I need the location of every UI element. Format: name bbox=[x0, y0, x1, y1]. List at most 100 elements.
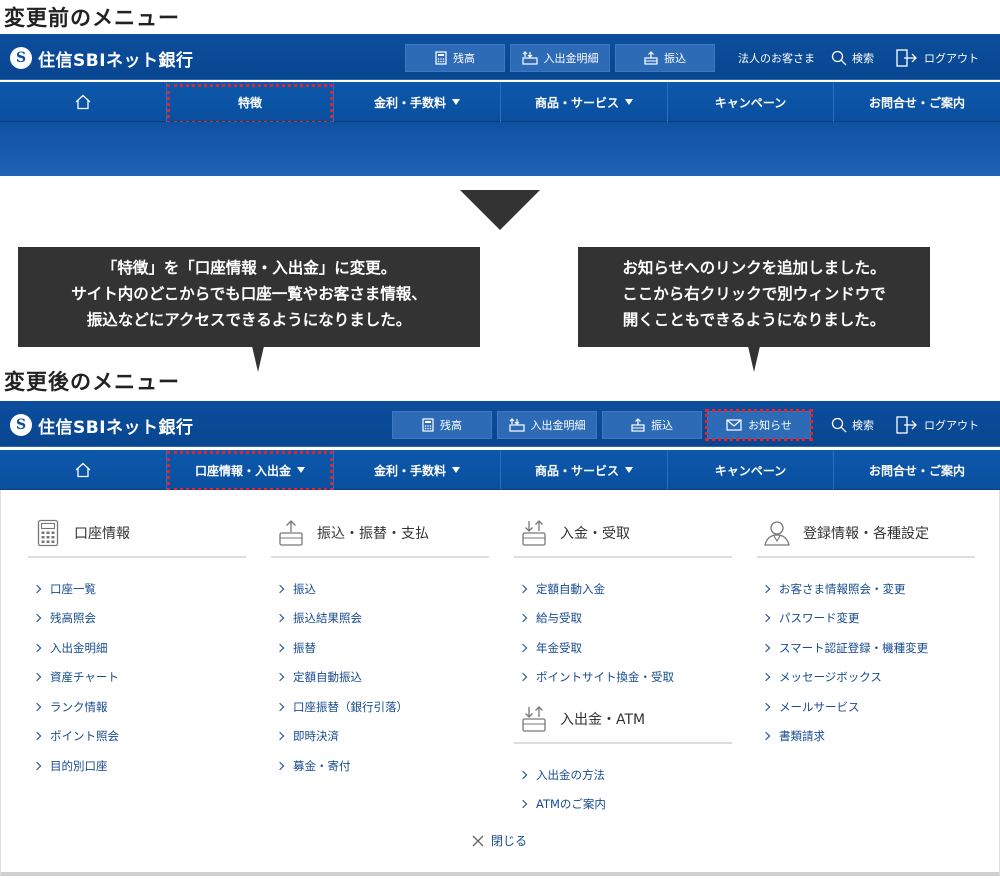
search-button[interactable]: 検索 bbox=[831, 411, 874, 439]
nav-home[interactable] bbox=[0, 450, 166, 490]
menu-item-label: 入出金明細 bbox=[50, 640, 108, 655]
column-heading-label: 入金・受取 bbox=[560, 526, 630, 542]
balloon-left-line3: 振込などにアクセスできるようになりました。 bbox=[86, 311, 412, 329]
statement-button[interactable]: 入出金明細 bbox=[497, 411, 597, 439]
nav-campaign[interactable]: キャンペーン bbox=[667, 450, 833, 490]
logout-button[interactable]: ログアウト bbox=[895, 44, 979, 72]
bank-logo[interactable]: S 住信SBIネット銀行 bbox=[10, 412, 194, 438]
menu-item[interactable]: 給与受取 bbox=[514, 604, 732, 634]
menu-item[interactable]: 書類請求 bbox=[757, 722, 975, 752]
menu-item[interactable]: スマート認証登録・機種変更 bbox=[757, 633, 975, 663]
chevron-right-icon bbox=[518, 643, 528, 652]
chevron-right-icon bbox=[761, 732, 771, 741]
menu-item[interactable]: 入出金明細 bbox=[28, 633, 246, 663]
nav-rates[interactable]: 金利・手数料 bbox=[333, 82, 500, 122]
menu-item[interactable]: 年金受取 bbox=[514, 633, 732, 663]
caret-down-icon bbox=[452, 467, 460, 473]
nav-contact-label: お問合せ・ご案内 bbox=[868, 95, 965, 110]
menu-item-label: 募金・寄付 bbox=[293, 758, 351, 773]
menu-item-label: 口座振替（銀行引落） bbox=[293, 699, 408, 714]
chevron-right-icon bbox=[518, 673, 528, 682]
nav-products[interactable]: 商品・サービス bbox=[500, 82, 667, 122]
close-menu-button[interactable]: 閉じる bbox=[471, 832, 527, 849]
logo-text: 住信SBIネット銀行 bbox=[38, 417, 194, 438]
search-label: 検索 bbox=[852, 52, 874, 65]
menu-item[interactable]: 口座一覧 bbox=[28, 574, 246, 604]
menu-item[interactable]: 残高照会 bbox=[28, 604, 246, 634]
menu-item[interactable]: ランク情報 bbox=[28, 692, 246, 722]
menu-item[interactable]: 口座振替（銀行引落） bbox=[271, 692, 489, 722]
deposit-icon bbox=[520, 518, 548, 548]
menu-list: 入出金の方法 ATMのご案内 bbox=[514, 744, 732, 819]
balloon-left: 「特徴」を「口座情報・入出金」に変更。 サイト内のどこからでも口座一覧やお客さま… bbox=[18, 247, 480, 347]
statement-icon bbox=[508, 418, 525, 432]
nav-campaign[interactable]: キャンペーン bbox=[667, 82, 833, 122]
menu-item-label: お客さま情報照会・変更 bbox=[779, 581, 906, 596]
menu-item[interactable]: 目的別口座 bbox=[28, 751, 246, 781]
user-icon bbox=[763, 518, 791, 548]
menu-item[interactable]: 入出金の方法 bbox=[514, 760, 732, 790]
nav-rates[interactable]: 金利・手数料 bbox=[333, 450, 500, 490]
menu-item[interactable]: ポイントサイト換金・受取 bbox=[514, 663, 732, 693]
transfer-icon bbox=[631, 418, 645, 432]
calculator-icon bbox=[435, 51, 447, 65]
menu-item[interactable]: 資産チャート bbox=[28, 663, 246, 693]
nav-rates-label: 金利・手数料 bbox=[373, 95, 446, 110]
menu-item[interactable]: 募金・寄付 bbox=[271, 751, 489, 781]
menu-list: 振込 振込結果照会 振替 定額自動振込 口座振替（銀行引落） 即時決済 募金・寄… bbox=[271, 558, 489, 781]
bank-logo[interactable]: S 住信SBIネット銀行 bbox=[10, 45, 194, 71]
menu-item[interactable]: メッセージボックス bbox=[757, 663, 975, 693]
menu-item[interactable]: 即時決済 bbox=[271, 722, 489, 752]
corporate-link[interactable]: 法人のお客さま bbox=[738, 44, 815, 72]
nav-home[interactable] bbox=[0, 82, 166, 122]
balance-button[interactable]: 残高 bbox=[405, 44, 505, 72]
logout-icon bbox=[896, 49, 917, 67]
logo-text: 住信SBIネット銀行 bbox=[38, 50, 194, 71]
statement-label: 入出金明細 bbox=[530, 419, 586, 432]
logout-button[interactable]: ログアウト bbox=[895, 411, 979, 439]
menu-column-account: 口座情報 口座一覧 残高照会 入出金明細 資産チャート ランク情報 ポイント照会… bbox=[28, 510, 246, 781]
search-button[interactable]: 検索 bbox=[831, 44, 874, 72]
menu-item-label: 振込 bbox=[293, 581, 316, 596]
statement-button[interactable]: 入出金明細 bbox=[510, 44, 610, 72]
chevron-right-icon bbox=[275, 732, 285, 741]
deposit-icon bbox=[520, 704, 548, 734]
transfer-button[interactable]: 振込 bbox=[615, 44, 715, 72]
down-arrow-icon bbox=[460, 190, 540, 230]
nav-campaign-label: キャンペーン bbox=[714, 95, 787, 110]
nav-contact[interactable]: お問合せ・ご案内 bbox=[833, 82, 1000, 122]
menu-item[interactable]: パスワード変更 bbox=[757, 604, 975, 634]
nav-contact[interactable]: お問合せ・ご案内 bbox=[833, 450, 1000, 490]
chevron-right-icon bbox=[32, 584, 42, 593]
before-header-bar: S 住信SBIネット銀行 残高 入出金明細 振込 法人のお客さま 検索 ログアウ… bbox=[0, 34, 1000, 80]
column-heading-label: 登録情報・各種設定 bbox=[803, 526, 929, 542]
menu-list: お客さま情報照会・変更 パスワード変更 スマート認証登録・機種変更 メッセージボ… bbox=[757, 558, 975, 751]
chevron-right-icon bbox=[518, 800, 528, 809]
menu-item[interactable]: 振込 bbox=[271, 574, 489, 604]
menu-item-label: 書類請求 bbox=[779, 729, 825, 744]
chevron-right-icon bbox=[32, 643, 42, 652]
transfer-button[interactable]: 振込 bbox=[602, 411, 702, 439]
search-icon bbox=[831, 50, 847, 66]
close-menu-label: 閉じる bbox=[491, 834, 528, 848]
balance-label: 残高 bbox=[440, 419, 462, 432]
menu-item[interactable]: 振替 bbox=[271, 633, 489, 663]
chevron-right-icon bbox=[761, 614, 771, 623]
balloon-left-line1: 「特徴」を「口座情報・入出金」に変更。 bbox=[101, 259, 397, 277]
menu-item[interactable]: お客さま情報照会・変更 bbox=[757, 574, 975, 604]
menu-list: 定額自動入金 給与受取 年金受取 ポイントサイト換金・受取 bbox=[514, 558, 732, 692]
balance-button[interactable]: 残高 bbox=[392, 411, 492, 439]
menu-item[interactable]: 定額自動入金 bbox=[514, 574, 732, 604]
menu-item[interactable]: ポイント照会 bbox=[28, 722, 246, 752]
after-nav-bar: 口座情報・入出金 金利・手数料 商品・サービス キャンペーン お問合せ・ご案内 bbox=[0, 450, 1000, 490]
menu-item[interactable]: 定額自動振込 bbox=[271, 663, 489, 693]
menu-item[interactable]: 振込結果照会 bbox=[271, 604, 489, 634]
balance-label: 残高 bbox=[453, 52, 475, 65]
corporate-link-label: 法人のお客さま bbox=[738, 52, 815, 65]
balloon-right: お知らせへのリンクを追加しました。 ここから右クリックで別ウィンドウで 開くこと… bbox=[578, 247, 930, 347]
chevron-right-icon bbox=[275, 584, 285, 593]
menu-item[interactable]: メールサービス bbox=[757, 692, 975, 722]
nav-products[interactable]: 商品・サービス bbox=[500, 450, 667, 490]
column-subheading: 入出金・ATM bbox=[514, 696, 732, 744]
menu-item[interactable]: ATMのご案内 bbox=[514, 790, 732, 820]
